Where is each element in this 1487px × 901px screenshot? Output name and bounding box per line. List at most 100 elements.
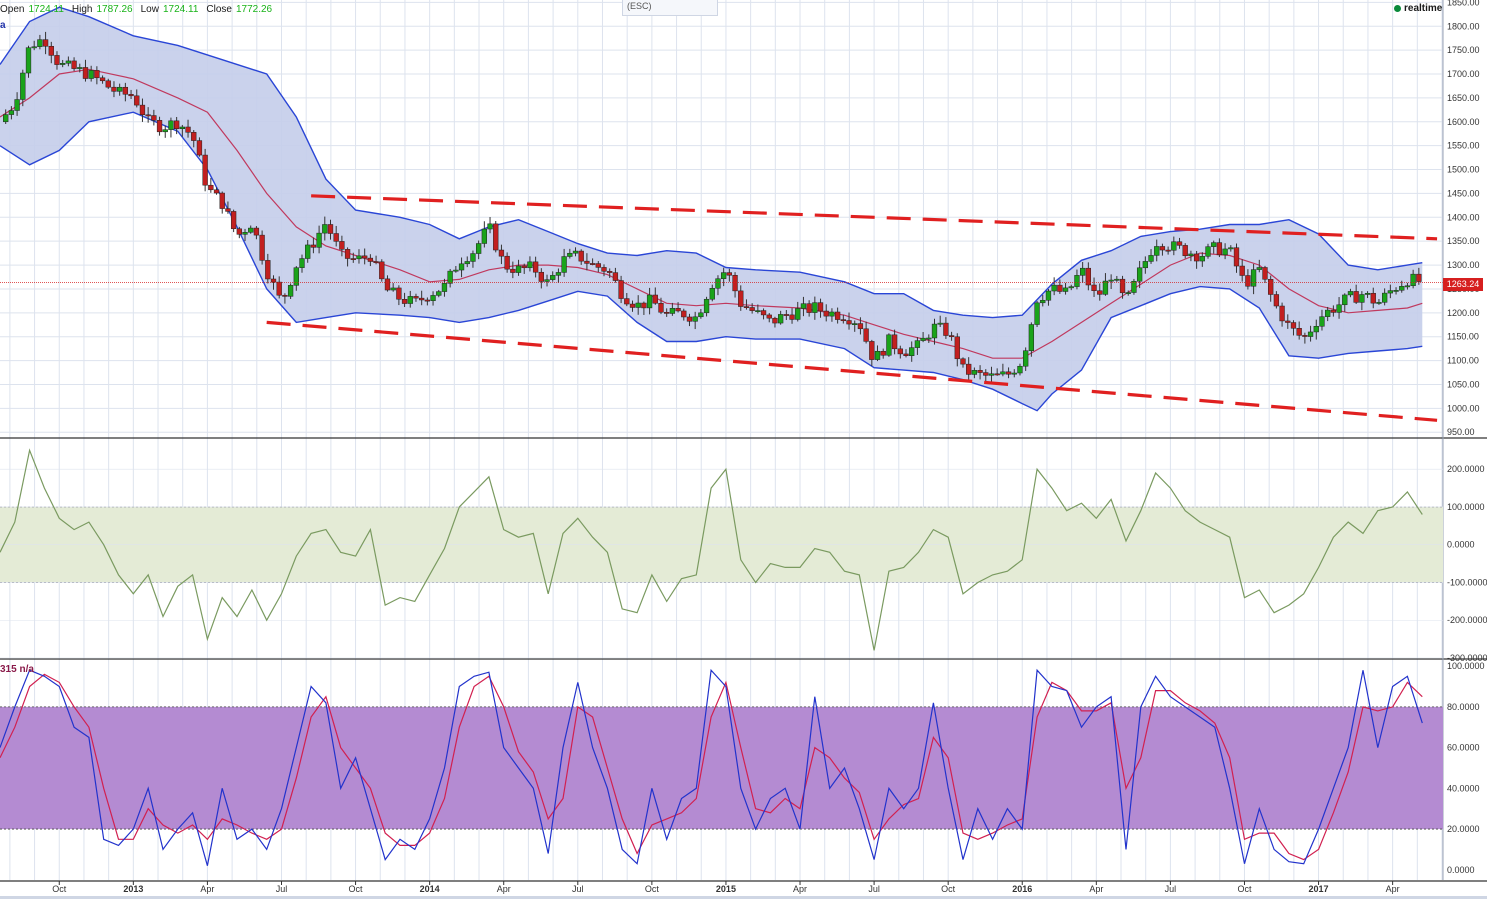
candle-body <box>213 189 220 194</box>
price-axis-tick-label: 1000.00 <box>1447 403 1480 413</box>
x-axis-tick-label: Jul <box>1165 884 1177 894</box>
candle-body <box>1228 247 1234 250</box>
candle-body <box>42 39 49 47</box>
candle-body <box>173 120 180 129</box>
high-label: High <box>71 3 93 15</box>
candle-body <box>1279 305 1285 322</box>
x-axis-tick-label: Oct <box>941 884 956 894</box>
candle-body <box>367 257 374 262</box>
candle-body <box>1159 246 1166 251</box>
candle-body <box>812 302 818 313</box>
x-axis-tick-label: Oct <box>52 884 67 894</box>
close-value: 1772.26 <box>235 3 273 15</box>
candle-body <box>584 260 590 264</box>
candle-body <box>572 250 579 254</box>
close-label: Close <box>206 3 232 15</box>
candle-body <box>629 303 636 308</box>
candle-body <box>1376 302 1382 304</box>
candle-body <box>595 263 601 268</box>
candle-body <box>94 70 100 79</box>
candle-body <box>1068 286 1074 289</box>
candle-body <box>1142 261 1148 269</box>
candle-body <box>362 255 368 259</box>
candle-body <box>54 55 60 65</box>
cci-axis-tick-label: 200.0000 <box>1447 464 1485 474</box>
candle-body <box>544 279 550 282</box>
candle-body <box>1097 290 1103 295</box>
candle-body <box>937 322 943 325</box>
candle-body <box>721 272 727 279</box>
candle-body <box>310 244 317 248</box>
horizontal-scrollbar[interactable] <box>0 896 1487 899</box>
candle-body <box>897 348 903 355</box>
candle-body <box>299 258 305 268</box>
candle-body <box>25 47 32 74</box>
candle-body <box>407 296 413 304</box>
candle-body <box>122 86 129 95</box>
candle-body <box>1342 294 1348 306</box>
candle-body <box>1256 267 1262 270</box>
candle-body <box>698 312 704 318</box>
candle-body <box>943 322 949 336</box>
price-axis-tick-label: 1450.00 <box>1447 188 1480 198</box>
cci-axis-tick-label: -100.0000 <box>1447 577 1487 587</box>
price-axis-tick-label: 1650.00 <box>1447 93 1480 103</box>
candle-body <box>219 192 225 209</box>
candle-body <box>322 224 328 234</box>
low-value: 1724.11 <box>162 3 199 15</box>
candle-body <box>703 298 710 314</box>
candle-body <box>1273 294 1280 307</box>
candle-body <box>795 308 801 320</box>
candle-body <box>350 258 356 260</box>
x-axis-tick-label: 2016 <box>1012 884 1032 894</box>
cci-axis-tick-label: 100.0000 <box>1447 502 1485 512</box>
candle-body <box>891 334 898 350</box>
candle-body <box>1364 292 1371 295</box>
candle-body <box>658 303 664 313</box>
candle-body <box>607 271 613 273</box>
candle-body <box>960 358 966 365</box>
candle-body <box>305 244 311 259</box>
ohlc-readout: Open 1724.11 High 1787.26 Low 1724.11 Cl… <box>0 2 276 16</box>
candle-body <box>1268 279 1274 295</box>
candle-body <box>561 256 567 273</box>
high-value: 1787.26 <box>96 3 133 15</box>
candle-body <box>532 261 539 273</box>
candle-body <box>931 323 938 339</box>
candle-body <box>1171 241 1177 251</box>
candle-body <box>430 295 436 301</box>
candle-body <box>880 350 886 356</box>
price-axis-tick-label: 1200.00 <box>1447 308 1480 318</box>
candle-body <box>834 311 841 320</box>
candle-body <box>852 323 858 325</box>
price-axis-tick-label: 1300.00 <box>1447 260 1480 270</box>
candle-body <box>527 261 533 269</box>
candle-body <box>966 363 972 375</box>
candle-body <box>401 298 408 304</box>
candle-body <box>1005 371 1012 375</box>
esc-hint-box[interactable]: (ESC) <box>622 0 718 16</box>
candle-body <box>453 269 459 272</box>
chart-canvas[interactable]: 950.00 1000.00 1050.00 1100.00 1150.00 1200.0… <box>0 0 1487 901</box>
stochastic-axis-tick-label: 0.0000 <box>1447 865 1475 875</box>
stochastic-axis-tick-label: 60.0000 <box>1447 743 1480 753</box>
candle-body <box>48 45 54 56</box>
candle-body <box>903 353 909 356</box>
stochastic-axis-tick-label: 20.0000 <box>1447 824 1480 834</box>
candle-body <box>760 310 767 316</box>
candle-body <box>225 208 231 212</box>
price-axis-tick-label: 1050.00 <box>1447 379 1480 389</box>
candle-body <box>1102 280 1109 295</box>
candle-body <box>777 314 784 324</box>
stock-chart-window: 950.00 1000.00 1050.00 1100.00 1150.00 1200.0… <box>0 0 1487 901</box>
cci-axis-tick-label: -200.0000 <box>1447 615 1487 625</box>
candle-body <box>1302 335 1308 337</box>
candle-body <box>287 285 294 297</box>
price-axis-tick-label: 1700.00 <box>1447 69 1480 79</box>
candle-body <box>743 306 750 308</box>
x-axis-tick-label: 2014 <box>420 884 440 894</box>
x-axis-tick-label: Apr <box>497 884 511 894</box>
candle-body <box>356 255 362 260</box>
price-axis-tick-label: 1550.00 <box>1447 141 1480 151</box>
candle-body <box>373 261 379 263</box>
